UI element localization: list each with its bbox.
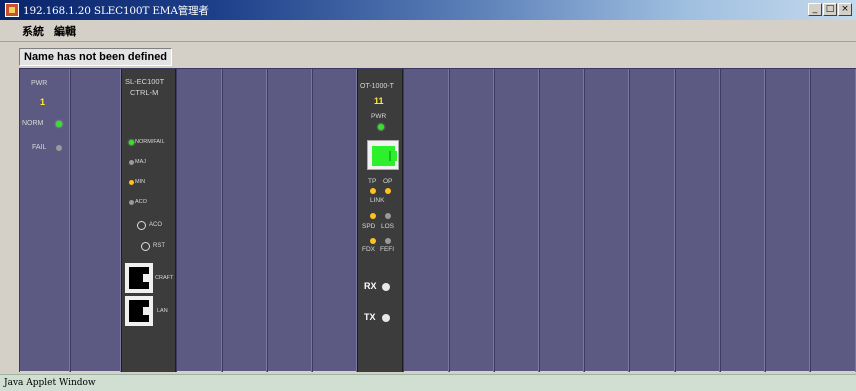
slot-empty[interactable] bbox=[675, 69, 720, 372]
ot-card[interactable]: OT-1000-T 11 PWR TP OP LINK SPD LOS FDX … bbox=[357, 69, 403, 372]
slot-empty[interactable] bbox=[539, 69, 584, 372]
ot-pwr-label: PWR bbox=[371, 113, 387, 120]
ctrl-model: SL-EC100T bbox=[125, 77, 165, 86]
close-button[interactable]: × bbox=[838, 3, 852, 16]
slot-empty[interactable] bbox=[449, 69, 494, 372]
fefi-label: FEFI bbox=[380, 246, 395, 253]
menu-system[interactable]: 系統 bbox=[22, 23, 44, 39]
slot-empty[interactable] bbox=[70, 69, 121, 372]
min-label: MIN bbox=[135, 179, 146, 185]
maj-led bbox=[129, 160, 134, 165]
fail-led bbox=[56, 145, 62, 151]
slot-empty[interactable] bbox=[765, 69, 810, 372]
rx-port[interactable] bbox=[382, 283, 390, 291]
norm-fail-label: NORM/FAIL bbox=[135, 139, 165, 145]
device-name-label[interactable]: Name has not been defined bbox=[19, 48, 173, 66]
name-bar: Name has not been defined bbox=[0, 42, 856, 68]
window-title: 192.168.1.20 SLEC100T EMA管理者 bbox=[23, 4, 209, 17]
ethernet-port[interactable] bbox=[367, 140, 399, 170]
op-label: OP bbox=[383, 178, 393, 185]
rx-label: RX bbox=[364, 281, 377, 291]
slot-empty[interactable] bbox=[584, 69, 629, 372]
link-led-2 bbox=[385, 213, 391, 219]
ctrl-model-sub: CTRL-M bbox=[130, 88, 159, 97]
op-led bbox=[385, 188, 391, 194]
rst-button-label: RST bbox=[153, 243, 165, 249]
ot-slot-number: 11 bbox=[374, 96, 384, 106]
menu-edit[interactable]: 編輯 bbox=[54, 23, 76, 39]
slot-empty[interactable] bbox=[403, 69, 449, 372]
norm-label: NORM bbox=[22, 120, 44, 127]
slot-empty[interactable] bbox=[176, 69, 222, 372]
lan-port[interactable] bbox=[125, 296, 153, 326]
title-bar: 192.168.1.20 SLEC100T EMA管理者 _ □ × bbox=[0, 0, 856, 20]
aco-led bbox=[129, 200, 134, 205]
spd-led bbox=[370, 238, 376, 244]
slot-empty[interactable] bbox=[494, 69, 539, 372]
tp-led bbox=[370, 188, 376, 194]
min-led bbox=[129, 180, 134, 185]
los-label: LOS bbox=[381, 223, 395, 230]
spd-label: SPD bbox=[362, 223, 376, 230]
norm-fail-led bbox=[129, 140, 134, 145]
ot-model: OT-1000-T bbox=[360, 83, 394, 90]
maj-label: MAJ bbox=[135, 159, 146, 165]
slot-empty[interactable] bbox=[810, 69, 856, 372]
slot-empty[interactable] bbox=[222, 69, 267, 372]
craft-port[interactable] bbox=[125, 263, 153, 293]
chassis-view: PWR 1 NORM FAIL SL-EC100T CTRL-M NORM/FA… bbox=[19, 68, 856, 372]
fdx-label: FDX bbox=[362, 246, 375, 253]
slot-empty[interactable] bbox=[312, 69, 357, 372]
minimize-button[interactable]: _ bbox=[808, 3, 822, 16]
psu-card[interactable]: PWR 1 NORM FAIL bbox=[19, 69, 70, 372]
norm-led bbox=[56, 121, 62, 127]
los-led bbox=[385, 238, 391, 244]
status-bar: Java Applet Window bbox=[0, 374, 856, 391]
maximize-button[interactable]: □ bbox=[823, 3, 837, 16]
psu-slot-number: 1 bbox=[40, 97, 46, 107]
slot-empty[interactable] bbox=[267, 69, 312, 372]
app-icon bbox=[5, 3, 19, 17]
lan-label: LAN bbox=[157, 308, 168, 314]
aco-led-label: ACO bbox=[135, 199, 147, 205]
aco-button[interactable] bbox=[137, 221, 146, 230]
link-led-1 bbox=[370, 213, 376, 219]
tx-label: TX bbox=[364, 312, 376, 322]
slot-empty[interactable] bbox=[629, 69, 675, 372]
aco-button-label: ACO bbox=[149, 222, 163, 228]
slot-empty[interactable] bbox=[720, 69, 765, 372]
ot-pwr-led bbox=[378, 124, 384, 130]
craft-label: CRAFT bbox=[155, 275, 174, 281]
window-controls: _ □ × bbox=[808, 3, 852, 16]
tp-label: TP bbox=[368, 178, 377, 185]
link-label: LINK bbox=[370, 197, 385, 204]
rst-button[interactable] bbox=[141, 242, 150, 251]
fail-label: FAIL bbox=[32, 144, 47, 151]
psu-pwr-label: PWR bbox=[31, 80, 48, 87]
ctrl-card[interactable]: SL-EC100T CTRL-M NORM/FAIL MAJ MIN ACO A… bbox=[121, 69, 176, 372]
tx-port[interactable] bbox=[382, 314, 390, 322]
menu-bar: 系統 編輯 bbox=[0, 20, 856, 42]
